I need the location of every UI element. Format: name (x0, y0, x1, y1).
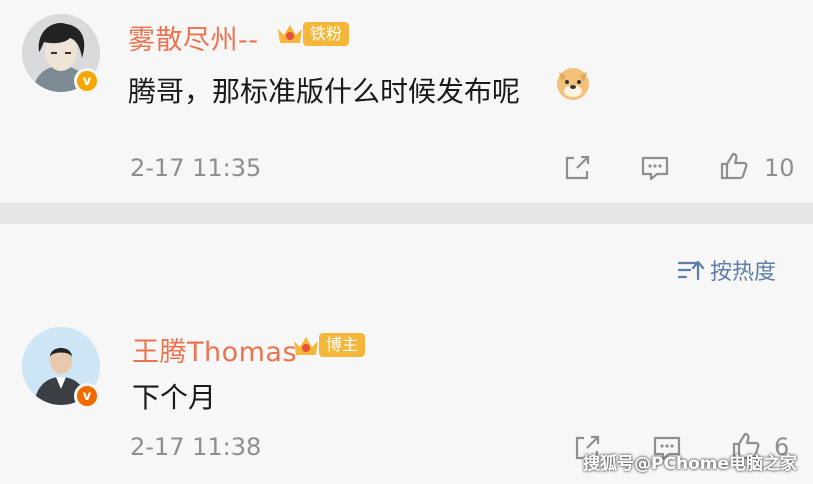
comment-timestamp: 2-17 11:38 (130, 433, 262, 461)
verified-badge-icon: v (74, 383, 100, 409)
crown-icon (294, 337, 318, 355)
comment-text: 腾哥，那标准版什么时候发布呢 (128, 70, 520, 110)
comment-timestamp: 2-17 11:35 (130, 154, 262, 182)
comment-username[interactable]: 雾散尽州-- (128, 18, 259, 57)
fan-level-badge: 铁粉 (303, 22, 350, 46)
doge-emoji-icon (557, 68, 589, 100)
like-count: 10 (764, 154, 795, 182)
comment-text-content: 腾哥，那标准版什么时候发布呢 (128, 75, 521, 108)
share-icon[interactable] (561, 152, 593, 184)
comment-icon[interactable] (639, 152, 671, 184)
comment-username[interactable]: 王腾Thomas (132, 330, 297, 369)
host-badge: 博主 (319, 333, 366, 357)
comment-text: 下个月 (132, 381, 217, 414)
like-thumb-icon[interactable] (718, 150, 750, 182)
section-divider (0, 203, 813, 224)
watermark: 搜狐号@PChome电脑之家 (583, 454, 797, 474)
crown-icon (278, 25, 302, 43)
verified-badge-icon: v (74, 68, 100, 94)
sort-icon (677, 260, 704, 281)
sort-label: 按热度 (710, 260, 777, 285)
sort-by-heat-button[interactable]: 按热度 (676, 254, 776, 286)
